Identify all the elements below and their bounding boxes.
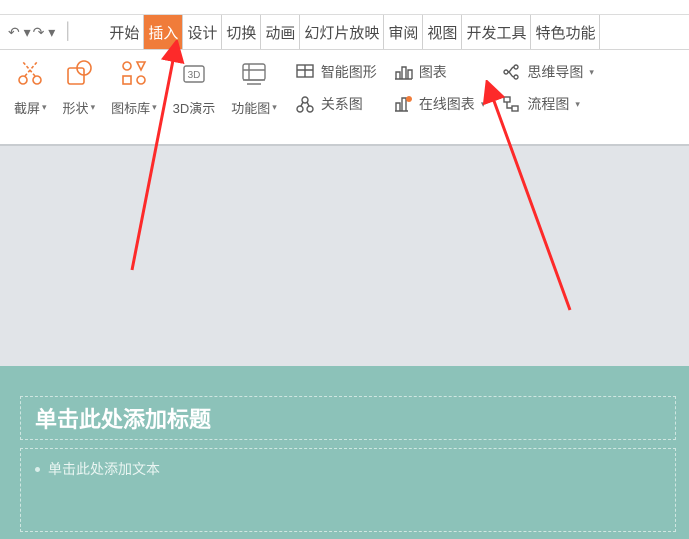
tab-list: 开始 插入 设计 切换 动画 幻灯片放映 审阅 视图 开发工具 特色功能 <box>105 15 600 49</box>
redo-icon: ↷ <box>33 24 45 41</box>
caret-icon: ▾ <box>91 102 96 113</box>
caret-icon: ▾ <box>272 102 277 113</box>
mindmap-button[interactable]: 思维导图 ▾ <box>501 62 594 82</box>
3d-demo-button[interactable]: 3D 3D演示 <box>173 58 216 117</box>
tab-review[interactable]: 审阅 <box>383 15 422 49</box>
title-bar-strip <box>0 0 689 15</box>
smart-graphic-icon <box>295 62 315 82</box>
online-chart-button[interactable]: 在线图表 ▾ <box>393 94 486 114</box>
caret-icon: ▾ <box>42 102 47 113</box>
icon-library-label: 图标库 <box>111 98 150 117</box>
title-placeholder[interactable]: 单击此处添加标题 <box>20 396 676 440</box>
tabs-row: ↶ ▾ ↷ ▾ │ 开始 插入 设计 切换 动画 幻灯片放映 审阅 视图 开发工… <box>0 15 689 50</box>
chart-label: 图表 <box>419 62 447 82</box>
screenshot-label: 截屏 <box>14 98 40 117</box>
function-diagram-icon <box>239 58 269 88</box>
mindmap-label: 思维导图 <box>527 62 583 82</box>
tab-devtools[interactable]: 开发工具 <box>461 15 530 49</box>
chart-button[interactable]: 图表 <box>393 62 486 82</box>
body-placeholder[interactable]: 单击此处添加文本 <box>20 448 676 532</box>
ribbon-col-2: 图表 在线图表 ▾ <box>393 62 486 114</box>
relation-diagram-button[interactable]: 关系图 <box>295 94 377 114</box>
function-diagram-button[interactable]: 功能图▾ <box>231 58 277 117</box>
tab-view[interactable]: 视图 <box>422 15 461 49</box>
mindmap-icon <box>501 62 521 82</box>
caret-icon: ▾ <box>481 99 486 110</box>
tab-features[interactable]: 特色功能 <box>530 15 600 49</box>
ribbon: 截屏▾ 形状▾ 图标库▾ 3D 3D演示 功能图▾ <box>0 50 689 146</box>
caret-icon: ▾ <box>575 99 580 110</box>
shape-icon <box>64 58 94 88</box>
ribbon-col-1: 智能图形 关系图 <box>295 62 377 114</box>
tab-slideshow[interactable]: 幻灯片放映 <box>299 15 383 49</box>
qat-separator: │ <box>63 23 73 41</box>
caret-icon: ▾ <box>589 67 594 78</box>
flowchart-icon <box>501 94 521 114</box>
tab-start[interactable]: 开始 <box>105 15 143 49</box>
undo-button[interactable]: ↶ ▾ <box>8 24 31 41</box>
redo-button[interactable]: ↷ ▾ <box>33 24 56 41</box>
title-placeholder-text: 单击此处添加标题 <box>35 402 211 434</box>
function-diagram-label: 功能图 <box>231 98 270 117</box>
shapes-label: 形状 <box>63 98 89 117</box>
app-window: ↶ ▾ ↷ ▾ │ 开始 插入 设计 切换 动画 幻灯片放映 审阅 视图 开发工… <box>0 0 689 539</box>
relation-diagram-label: 关系图 <box>321 94 363 114</box>
cube-3d-icon: 3D <box>179 58 209 88</box>
caret-icon: ▾ <box>152 102 157 113</box>
icon-library-button[interactable]: 图标库▾ <box>111 58 157 117</box>
tab-design[interactable]: 设计 <box>182 15 221 49</box>
tab-insert[interactable]: 插入 <box>143 15 182 49</box>
scissors-icon <box>15 58 45 88</box>
flowchart-button[interactable]: 流程图 ▾ <box>501 94 594 114</box>
shapes-button[interactable]: 形状▾ <box>63 58 96 117</box>
screenshot-button[interactable]: 截屏▾ <box>14 58 47 117</box>
icon-library-icon <box>119 58 149 88</box>
bullet-icon <box>35 467 40 472</box>
body-placeholder-text: 单击此处添加文本 <box>48 459 160 479</box>
smart-graphic-button[interactable]: 智能图形 <box>295 62 377 82</box>
ribbon-col-3: 思维导图 ▾ 流程图 ▾ <box>501 62 594 114</box>
flowchart-label: 流程图 <box>527 94 569 114</box>
tab-animation[interactable]: 动画 <box>260 15 299 49</box>
online-chart-icon <box>393 94 413 114</box>
smart-graphic-label: 智能图形 <box>321 62 377 82</box>
undo-icon: ↶ <box>8 24 20 41</box>
tab-transition[interactable]: 切换 <box>221 15 260 49</box>
chart-icon <box>393 62 413 82</box>
online-chart-label: 在线图表 <box>419 94 475 114</box>
svg-text:3D: 3D <box>188 70 201 81</box>
relation-diagram-icon <box>295 94 315 114</box>
3d-demo-label: 3D演示 <box>173 98 216 117</box>
